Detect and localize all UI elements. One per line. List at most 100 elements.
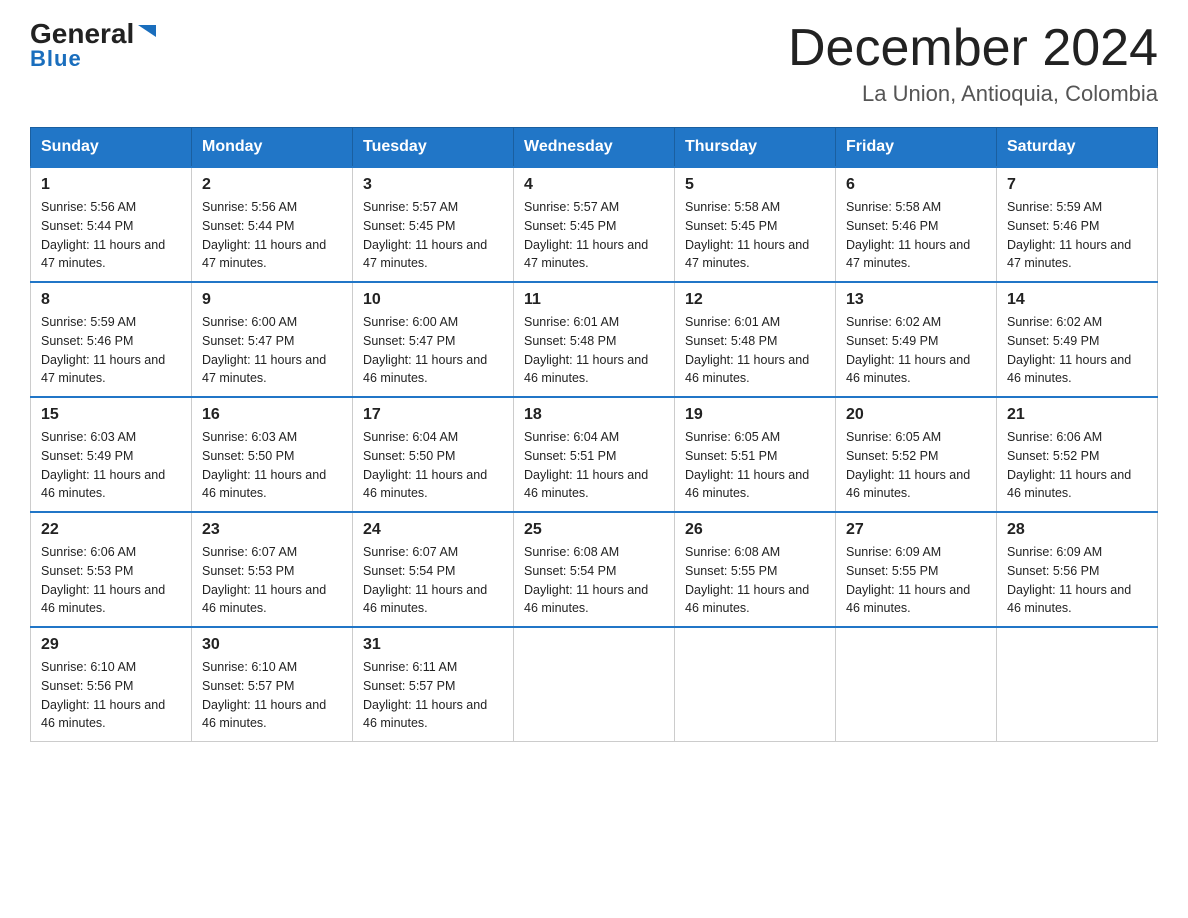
day-number: 28 (1007, 521, 1147, 539)
table-row: 16 Sunrise: 6:03 AMSunset: 5:50 PMDaylig… (192, 397, 353, 512)
table-row: 13 Sunrise: 6:02 AMSunset: 5:49 PMDaylig… (836, 282, 997, 397)
day-number: 17 (363, 406, 503, 424)
day-info: Sunrise: 6:07 AMSunset: 5:53 PMDaylight:… (202, 545, 326, 615)
day-info: Sunrise: 6:07 AMSunset: 5:54 PMDaylight:… (363, 545, 487, 615)
day-number: 24 (363, 521, 503, 539)
table-row (836, 627, 997, 742)
logo-arrow-icon (136, 21, 158, 43)
month-year-title: December 2024 (788, 20, 1158, 77)
day-info: Sunrise: 6:09 AMSunset: 5:56 PMDaylight:… (1007, 545, 1131, 615)
table-row: 15 Sunrise: 6:03 AMSunset: 5:49 PMDaylig… (31, 397, 192, 512)
day-number: 23 (202, 521, 342, 539)
header-monday: Monday (192, 128, 353, 168)
day-info: Sunrise: 5:57 AMSunset: 5:45 PMDaylight:… (363, 200, 487, 270)
day-info: Sunrise: 6:01 AMSunset: 5:48 PMDaylight:… (524, 315, 648, 385)
table-row: 20 Sunrise: 6:05 AMSunset: 5:52 PMDaylig… (836, 397, 997, 512)
day-number: 26 (685, 521, 825, 539)
day-number: 18 (524, 406, 664, 424)
table-row: 5 Sunrise: 5:58 AMSunset: 5:45 PMDayligh… (675, 167, 836, 282)
day-info: Sunrise: 6:09 AMSunset: 5:55 PMDaylight:… (846, 545, 970, 615)
table-row: 10 Sunrise: 6:00 AMSunset: 5:47 PMDaylig… (353, 282, 514, 397)
day-info: Sunrise: 6:06 AMSunset: 5:53 PMDaylight:… (41, 545, 165, 615)
week-row-1: 1 Sunrise: 5:56 AMSunset: 5:44 PMDayligh… (31, 167, 1158, 282)
day-number: 3 (363, 176, 503, 194)
day-number: 6 (846, 176, 986, 194)
day-info: Sunrise: 5:59 AMSunset: 5:46 PMDaylight:… (41, 315, 165, 385)
day-number: 29 (41, 636, 181, 654)
week-row-3: 15 Sunrise: 6:03 AMSunset: 5:49 PMDaylig… (31, 397, 1158, 512)
day-info: Sunrise: 6:04 AMSunset: 5:50 PMDaylight:… (363, 430, 487, 500)
day-number: 15 (41, 406, 181, 424)
day-number: 21 (1007, 406, 1147, 424)
day-number: 10 (363, 291, 503, 309)
table-row: 30 Sunrise: 6:10 AMSunset: 5:57 PMDaylig… (192, 627, 353, 742)
table-row: 17 Sunrise: 6:04 AMSunset: 5:50 PMDaylig… (353, 397, 514, 512)
day-number: 11 (524, 291, 664, 309)
day-info: Sunrise: 6:10 AMSunset: 5:57 PMDaylight:… (202, 660, 326, 730)
week-row-5: 29 Sunrise: 6:10 AMSunset: 5:56 PMDaylig… (31, 627, 1158, 742)
day-info: Sunrise: 6:02 AMSunset: 5:49 PMDaylight:… (846, 315, 970, 385)
header-thursday: Thursday (675, 128, 836, 168)
day-info: Sunrise: 5:59 AMSunset: 5:46 PMDaylight:… (1007, 200, 1131, 270)
table-row: 3 Sunrise: 5:57 AMSunset: 5:45 PMDayligh… (353, 167, 514, 282)
day-number: 22 (41, 521, 181, 539)
header-saturday: Saturday (997, 128, 1158, 168)
day-info: Sunrise: 6:00 AMSunset: 5:47 PMDaylight:… (202, 315, 326, 385)
day-info: Sunrise: 6:03 AMSunset: 5:49 PMDaylight:… (41, 430, 165, 500)
day-number: 4 (524, 176, 664, 194)
calendar-title-area: December 2024 La Union, Antioquia, Colom… (788, 20, 1158, 107)
day-number: 14 (1007, 291, 1147, 309)
table-row (514, 627, 675, 742)
table-row: 18 Sunrise: 6:04 AMSunset: 5:51 PMDaylig… (514, 397, 675, 512)
day-number: 30 (202, 636, 342, 654)
day-number: 19 (685, 406, 825, 424)
week-row-2: 8 Sunrise: 5:59 AMSunset: 5:46 PMDayligh… (31, 282, 1158, 397)
table-row: 9 Sunrise: 6:00 AMSunset: 5:47 PMDayligh… (192, 282, 353, 397)
table-row: 8 Sunrise: 5:59 AMSunset: 5:46 PMDayligh… (31, 282, 192, 397)
day-info: Sunrise: 6:11 AMSunset: 5:57 PMDaylight:… (363, 660, 487, 730)
logo-general: General (30, 20, 134, 48)
header-tuesday: Tuesday (353, 128, 514, 168)
day-info: Sunrise: 6:06 AMSunset: 5:52 PMDaylight:… (1007, 430, 1131, 500)
day-info: Sunrise: 6:04 AMSunset: 5:51 PMDaylight:… (524, 430, 648, 500)
day-number: 9 (202, 291, 342, 309)
table-row: 19 Sunrise: 6:05 AMSunset: 5:51 PMDaylig… (675, 397, 836, 512)
day-number: 13 (846, 291, 986, 309)
table-row: 2 Sunrise: 5:56 AMSunset: 5:44 PMDayligh… (192, 167, 353, 282)
table-row: 12 Sunrise: 6:01 AMSunset: 5:48 PMDaylig… (675, 282, 836, 397)
table-row: 4 Sunrise: 5:57 AMSunset: 5:45 PMDayligh… (514, 167, 675, 282)
day-number: 25 (524, 521, 664, 539)
header-friday: Friday (836, 128, 997, 168)
logo: General Blue (30, 20, 158, 72)
day-info: Sunrise: 5:56 AMSunset: 5:44 PMDaylight:… (202, 200, 326, 270)
table-row: 26 Sunrise: 6:08 AMSunset: 5:55 PMDaylig… (675, 512, 836, 627)
table-row: 29 Sunrise: 6:10 AMSunset: 5:56 PMDaylig… (31, 627, 192, 742)
page-header: General Blue December 2024 La Union, Ant… (30, 20, 1158, 107)
day-info: Sunrise: 6:08 AMSunset: 5:54 PMDaylight:… (524, 545, 648, 615)
table-row: 7 Sunrise: 5:59 AMSunset: 5:46 PMDayligh… (997, 167, 1158, 282)
day-info: Sunrise: 6:08 AMSunset: 5:55 PMDaylight:… (685, 545, 809, 615)
logo-blue: Blue (30, 46, 82, 72)
day-info: Sunrise: 6:03 AMSunset: 5:50 PMDaylight:… (202, 430, 326, 500)
day-number: 31 (363, 636, 503, 654)
table-row: 25 Sunrise: 6:08 AMSunset: 5:54 PMDaylig… (514, 512, 675, 627)
day-number: 16 (202, 406, 342, 424)
table-row: 22 Sunrise: 6:06 AMSunset: 5:53 PMDaylig… (31, 512, 192, 627)
table-row (675, 627, 836, 742)
day-info: Sunrise: 6:00 AMSunset: 5:47 PMDaylight:… (363, 315, 487, 385)
day-number: 1 (41, 176, 181, 194)
day-info: Sunrise: 6:02 AMSunset: 5:49 PMDaylight:… (1007, 315, 1131, 385)
table-row: 11 Sunrise: 6:01 AMSunset: 5:48 PMDaylig… (514, 282, 675, 397)
table-row: 28 Sunrise: 6:09 AMSunset: 5:56 PMDaylig… (997, 512, 1158, 627)
day-number: 5 (685, 176, 825, 194)
table-row: 31 Sunrise: 6:11 AMSunset: 5:57 PMDaylig… (353, 627, 514, 742)
table-row: 1 Sunrise: 5:56 AMSunset: 5:44 PMDayligh… (31, 167, 192, 282)
day-info: Sunrise: 6:05 AMSunset: 5:52 PMDaylight:… (846, 430, 970, 500)
day-number: 7 (1007, 176, 1147, 194)
table-row: 14 Sunrise: 6:02 AMSunset: 5:49 PMDaylig… (997, 282, 1158, 397)
table-row: 24 Sunrise: 6:07 AMSunset: 5:54 PMDaylig… (353, 512, 514, 627)
table-row: 23 Sunrise: 6:07 AMSunset: 5:53 PMDaylig… (192, 512, 353, 627)
table-row: 27 Sunrise: 6:09 AMSunset: 5:55 PMDaylig… (836, 512, 997, 627)
day-info: Sunrise: 6:05 AMSunset: 5:51 PMDaylight:… (685, 430, 809, 500)
location-subtitle: La Union, Antioquia, Colombia (788, 81, 1158, 107)
